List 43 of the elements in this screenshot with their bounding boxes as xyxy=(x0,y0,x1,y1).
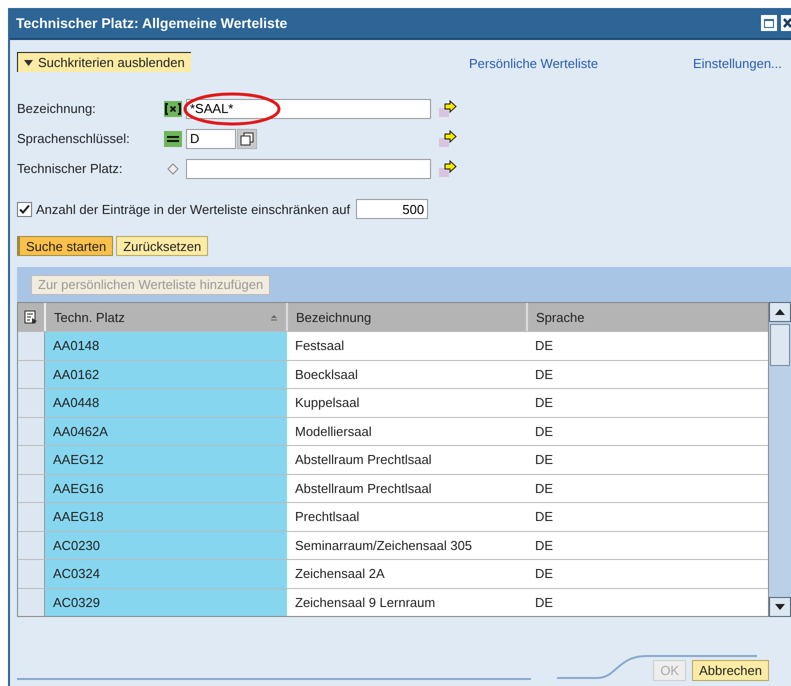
table-cell: AAEG12 xyxy=(45,446,287,474)
table-cell: AAEG18 xyxy=(45,503,287,530)
window-title: Technischer Platz: Allgemeine Werteliste xyxy=(16,15,288,31)
text-field[interactable]: *SAAL* xyxy=(186,98,431,118)
personal-list-link[interactable]: Persönliche Werteliste xyxy=(469,56,598,71)
column-header[interactable]: Sprache xyxy=(528,303,768,331)
collapse-criteria-button[interactable]: Suchkriterien ausblenden xyxy=(17,52,191,72)
scrollbar-thumb[interactable] xyxy=(770,324,790,366)
table-cell: AC0230 xyxy=(45,532,287,559)
close-icon[interactable] xyxy=(781,15,791,31)
search-button[interactable]: Suche starten xyxy=(17,236,114,256)
reset-button[interactable]: Zurücksetzen xyxy=(116,236,208,256)
limit-field[interactable]: 500 xyxy=(356,199,428,219)
limit-label: Anzahl der Einträge in der Werteliste einschränken auf xyxy=(36,202,350,216)
value-help-icon[interactable] xyxy=(237,128,257,148)
table-cell: AA0448 xyxy=(45,389,287,416)
text-field[interactable] xyxy=(186,158,431,178)
multiple-selection-arrow-icon[interactable] xyxy=(439,160,457,178)
diamond-icon[interactable] xyxy=(167,162,179,174)
sort-icon xyxy=(270,314,278,320)
table-cell: AA0162 xyxy=(45,360,287,388)
table-cell: AC0329 xyxy=(45,588,287,616)
table-cell: AA0148 xyxy=(45,332,287,360)
multiple-selection-arrow-icon[interactable] xyxy=(439,130,457,148)
settings-link[interactable]: Einstellungen... xyxy=(693,56,782,71)
field-label: Bezeichnung: xyxy=(17,101,97,116)
multiple-selection-arrow-icon[interactable] xyxy=(439,100,457,118)
cancel-button[interactable]: Abbrechen xyxy=(692,660,769,681)
scroll-up-icon[interactable] xyxy=(775,309,785,315)
maximize-icon[interactable] xyxy=(761,15,777,31)
table-cell: AAEG16 xyxy=(45,474,287,502)
column-settings-icon[interactable] xyxy=(24,310,38,324)
scroll-down-icon[interactable] xyxy=(775,604,785,610)
field-label: Technischer Platz: xyxy=(17,161,124,176)
scrollbar[interactable] xyxy=(769,302,791,617)
checkbox[interactable] xyxy=(17,202,32,216)
caret-icon xyxy=(24,60,33,66)
table-cell: AA0462A xyxy=(45,418,287,445)
field-label: Sprachenschlüssel: xyxy=(17,131,131,146)
equals-operator-icon[interactable] xyxy=(164,130,182,146)
text-field[interactable]: D xyxy=(186,128,236,148)
table-cell: AC0324 xyxy=(45,560,287,588)
contains-operator-icon[interactable] xyxy=(164,100,182,116)
